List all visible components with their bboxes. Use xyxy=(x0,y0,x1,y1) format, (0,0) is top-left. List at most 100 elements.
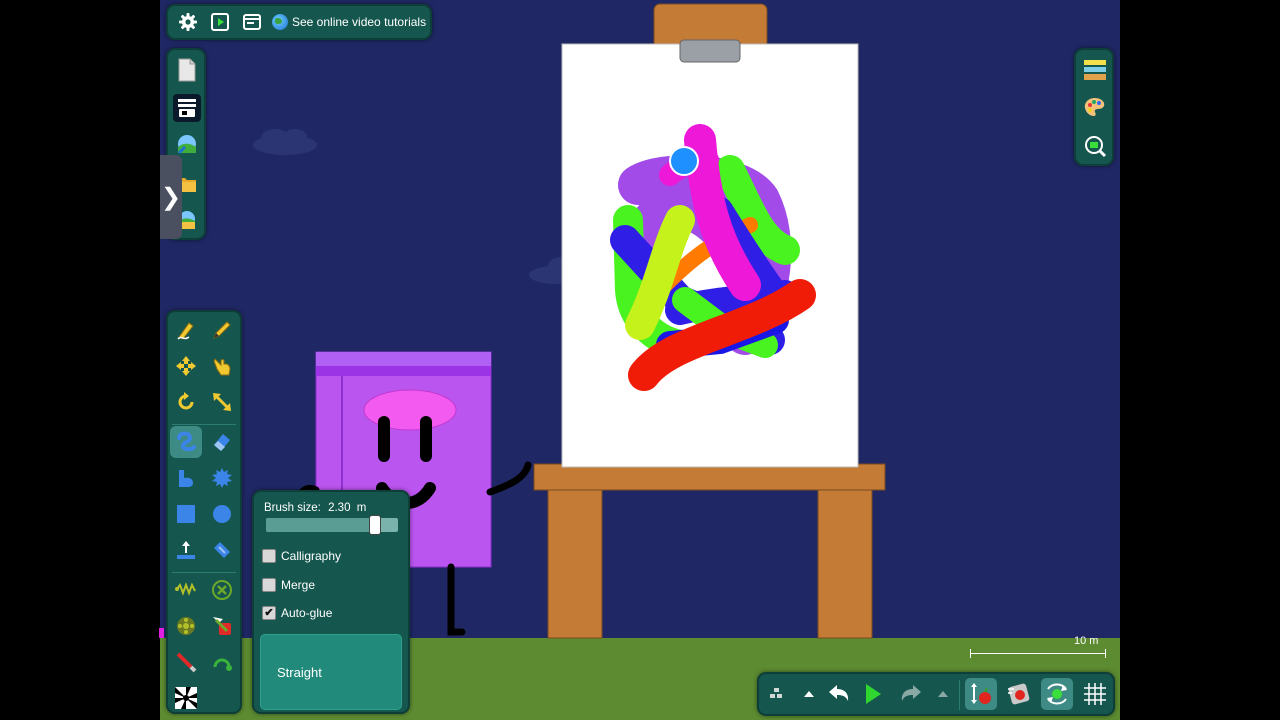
tracer-icon xyxy=(213,617,231,635)
brush-size-unit: m xyxy=(356,502,367,514)
collision-toggle[interactable] xyxy=(1041,678,1073,710)
drag-tool[interactable] xyxy=(206,350,238,382)
window-icon xyxy=(243,14,261,30)
video-tutorials-label: See online video tutorials xyxy=(292,15,427,29)
polygon-shape-icon xyxy=(179,470,193,487)
brush-stroke-icon xyxy=(177,431,196,452)
slider-thumb[interactable] xyxy=(369,515,381,535)
pencil-tool[interactable] xyxy=(206,314,238,346)
gear-icon xyxy=(179,13,197,31)
selection-handle[interactable] xyxy=(669,146,699,176)
new-scene-button[interactable] xyxy=(173,56,201,84)
offscreen-object-marker xyxy=(159,628,164,638)
palette-button[interactable] xyxy=(1081,94,1109,122)
axle-icon xyxy=(177,617,195,635)
brush-tool[interactable] xyxy=(170,426,202,458)
scale-tool[interactable] xyxy=(206,386,238,418)
auto-glue-label: Auto-glue xyxy=(281,606,333,620)
air-friction-toggle[interactable] xyxy=(1003,678,1035,710)
toolbar-divider xyxy=(959,680,960,710)
landscape-import-icon xyxy=(177,135,196,155)
import-scene-button[interactable] xyxy=(173,130,201,158)
pencil-icon xyxy=(213,321,231,339)
resize-arrow-icon xyxy=(213,393,231,411)
bottom-toolbar xyxy=(757,672,1115,716)
chain-icon xyxy=(214,542,230,558)
circle-tool[interactable] xyxy=(206,498,238,530)
pencil-sketch-icon xyxy=(177,322,194,340)
right-panel xyxy=(1074,48,1114,166)
fixate-tool[interactable] xyxy=(206,574,238,606)
circle-icon xyxy=(213,505,231,523)
move-tool[interactable] xyxy=(170,350,202,382)
undo-button[interactable] xyxy=(823,678,855,710)
gear-shape-icon xyxy=(212,468,232,488)
square-icon xyxy=(177,505,195,523)
toolbar-menu-button[interactable] xyxy=(761,678,793,710)
brush-size-value: 2.30 xyxy=(328,502,351,514)
palette-icon xyxy=(1084,98,1105,116)
phun-app: 10 m See online video tutorials ❯ Brush … xyxy=(160,0,1120,720)
merge-checkbox[interactable] xyxy=(262,578,276,592)
play-simulation-button[interactable] xyxy=(857,678,889,710)
gear-shape-tool[interactable] xyxy=(206,462,238,494)
air-friction-icon xyxy=(1008,683,1030,705)
undo-history-button[interactable] xyxy=(793,678,825,710)
brush-size-slider[interactable] xyxy=(266,515,398,535)
gravity-apple-icon xyxy=(971,683,991,704)
play-tutorial-button[interactable] xyxy=(206,8,234,36)
play-icon xyxy=(866,684,881,704)
eraser-tool[interactable] xyxy=(206,426,238,458)
cloud-shape xyxy=(253,129,317,155)
scale-bar xyxy=(970,649,1106,658)
texture-tool[interactable] xyxy=(170,682,202,714)
auto-glue-checkbox[interactable]: ✔ xyxy=(262,606,276,620)
rotate-tool[interactable] xyxy=(170,386,202,418)
fixate-x-icon xyxy=(212,580,232,600)
calligraphy-label: Calligraphy xyxy=(281,549,342,563)
globe-icon xyxy=(272,14,288,30)
spiral-texture-icon xyxy=(175,687,197,709)
auto-glue-option[interactable]: ✔ Auto-glue xyxy=(262,606,332,620)
scale-label: 10 m xyxy=(1074,635,1099,647)
merge-option[interactable]: Merge xyxy=(262,578,315,592)
top-toolbar: See online video tutorials xyxy=(166,4,432,40)
redo-history-button[interactable] xyxy=(927,678,959,710)
tool-divider xyxy=(172,424,236,425)
collision-arrows-icon xyxy=(1047,683,1067,705)
polygon-tool[interactable] xyxy=(170,462,202,494)
zoom-to-fit-button[interactable] xyxy=(1081,132,1109,160)
rotate-icon xyxy=(178,392,194,410)
calligraphy-checkbox[interactable] xyxy=(262,549,276,563)
tool-panel xyxy=(166,310,242,714)
chevron-right-icon: ❯ xyxy=(160,183,182,211)
calligraphy-option[interactable]: Calligraphy xyxy=(262,549,341,563)
scene-manager-button[interactable] xyxy=(173,94,201,122)
expand-sidebar-tab[interactable]: ❯ xyxy=(160,155,182,239)
gravity-toggle[interactable] xyxy=(965,678,997,710)
sketch-tool[interactable] xyxy=(170,314,202,346)
redo-arrow-icon xyxy=(901,685,921,701)
undo-arrow-icon xyxy=(829,685,849,701)
box-tool[interactable] xyxy=(170,498,202,530)
caret-up-icon xyxy=(938,691,948,697)
spring-tool[interactable] xyxy=(170,574,202,606)
play-box-icon xyxy=(211,13,229,31)
settings-button[interactable] xyxy=(174,8,202,36)
hand-pointer-icon xyxy=(213,358,231,376)
axle-tool[interactable] xyxy=(170,610,202,642)
tracer-tool[interactable] xyxy=(206,610,238,642)
hinge-tool[interactable] xyxy=(206,646,238,678)
redo-button[interactable] xyxy=(895,678,927,710)
laser-tool[interactable] xyxy=(170,646,202,678)
plane-tool[interactable] xyxy=(170,534,202,566)
brush-size-label: Brush size: 2.30 m xyxy=(264,502,366,514)
chain-tool[interactable] xyxy=(206,534,238,566)
hinge-arc-icon xyxy=(213,658,232,671)
scene-list-icon xyxy=(178,99,196,117)
layers-button[interactable] xyxy=(1081,56,1109,84)
window-button[interactable] xyxy=(238,8,266,36)
grid-toggle[interactable] xyxy=(1079,678,1111,710)
video-tutorials-link[interactable]: See online video tutorials xyxy=(272,14,426,30)
straight-button[interactable]: Straight xyxy=(260,634,402,710)
